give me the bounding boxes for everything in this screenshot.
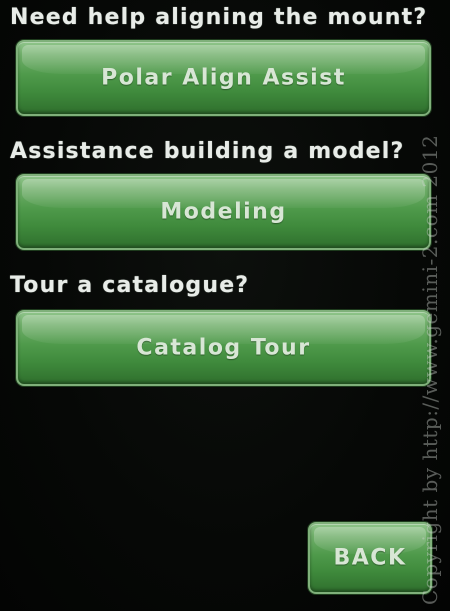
modeling-button[interactable]: Modeling [16,174,431,250]
polar-align-assist-label: Polar Align Assist [101,65,346,91]
modeling-prompt: Assistance building a model? [10,139,405,164]
back-button-label: BACK [333,545,407,571]
catalog-tour-button[interactable]: Catalog Tour [16,310,431,386]
polar-align-assist-button[interactable]: Polar Align Assist [16,40,431,116]
assistant-screen: Need help aligning the mount? Polar Alig… [0,0,450,611]
back-button[interactable]: BACK [308,522,432,594]
polar-align-prompt: Need help aligning the mount? [10,5,428,30]
catalog-tour-label: Catalog Tour [136,335,311,361]
copyright-watermark: Copyright by http://www.gemini-2.com 201… [418,134,442,605]
catalog-tour-prompt: Tour a catalogue? [10,273,250,298]
modeling-label: Modeling [160,199,287,225]
